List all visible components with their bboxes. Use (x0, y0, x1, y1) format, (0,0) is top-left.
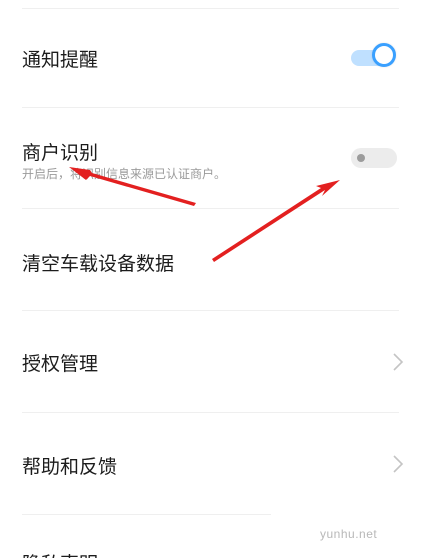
setting-title-authorization: 授权管理 (22, 353, 99, 375)
setting-row-merchant[interactable]: 商户识别 开启后，将识别信息来源已认证商户。 (0, 108, 421, 208)
setting-subtitle-merchant: 开启后，将识别信息来源已认证商户。 (22, 167, 227, 181)
setting-title-notification: 通知提醒 (22, 49, 99, 71)
notification-toggle[interactable] (351, 43, 399, 71)
setting-title-merchant: 商户识别 (22, 142, 99, 164)
setting-row-authorization[interactable]: 授权管理 (0, 311, 421, 411)
settings-page: 通知提醒 商户识别 开启后，将识别信息来源已认证商户。 清空车载设备数据 授权管… (0, 0, 421, 558)
setting-title-help: 帮助和反馈 (22, 456, 118, 478)
watermark-text: yunhu.net (320, 527, 378, 541)
setting-row-clear-data[interactable]: 清空车载设备数据 (0, 209, 421, 309)
setting-title-clear-data: 清空车载设备数据 (22, 253, 175, 275)
chevron-right-icon (393, 353, 404, 371)
toggle-knob (372, 43, 396, 67)
merchant-toggle[interactable] (351, 148, 399, 170)
setting-title-privacy: 隐私声明 (22, 549, 98, 558)
setting-row-notification[interactable]: 通知提醒 (0, 9, 421, 109)
setting-row-help[interactable]: 帮助和反馈 (0, 413, 421, 513)
chevron-right-icon (393, 455, 404, 473)
toggle-knob (357, 154, 365, 162)
